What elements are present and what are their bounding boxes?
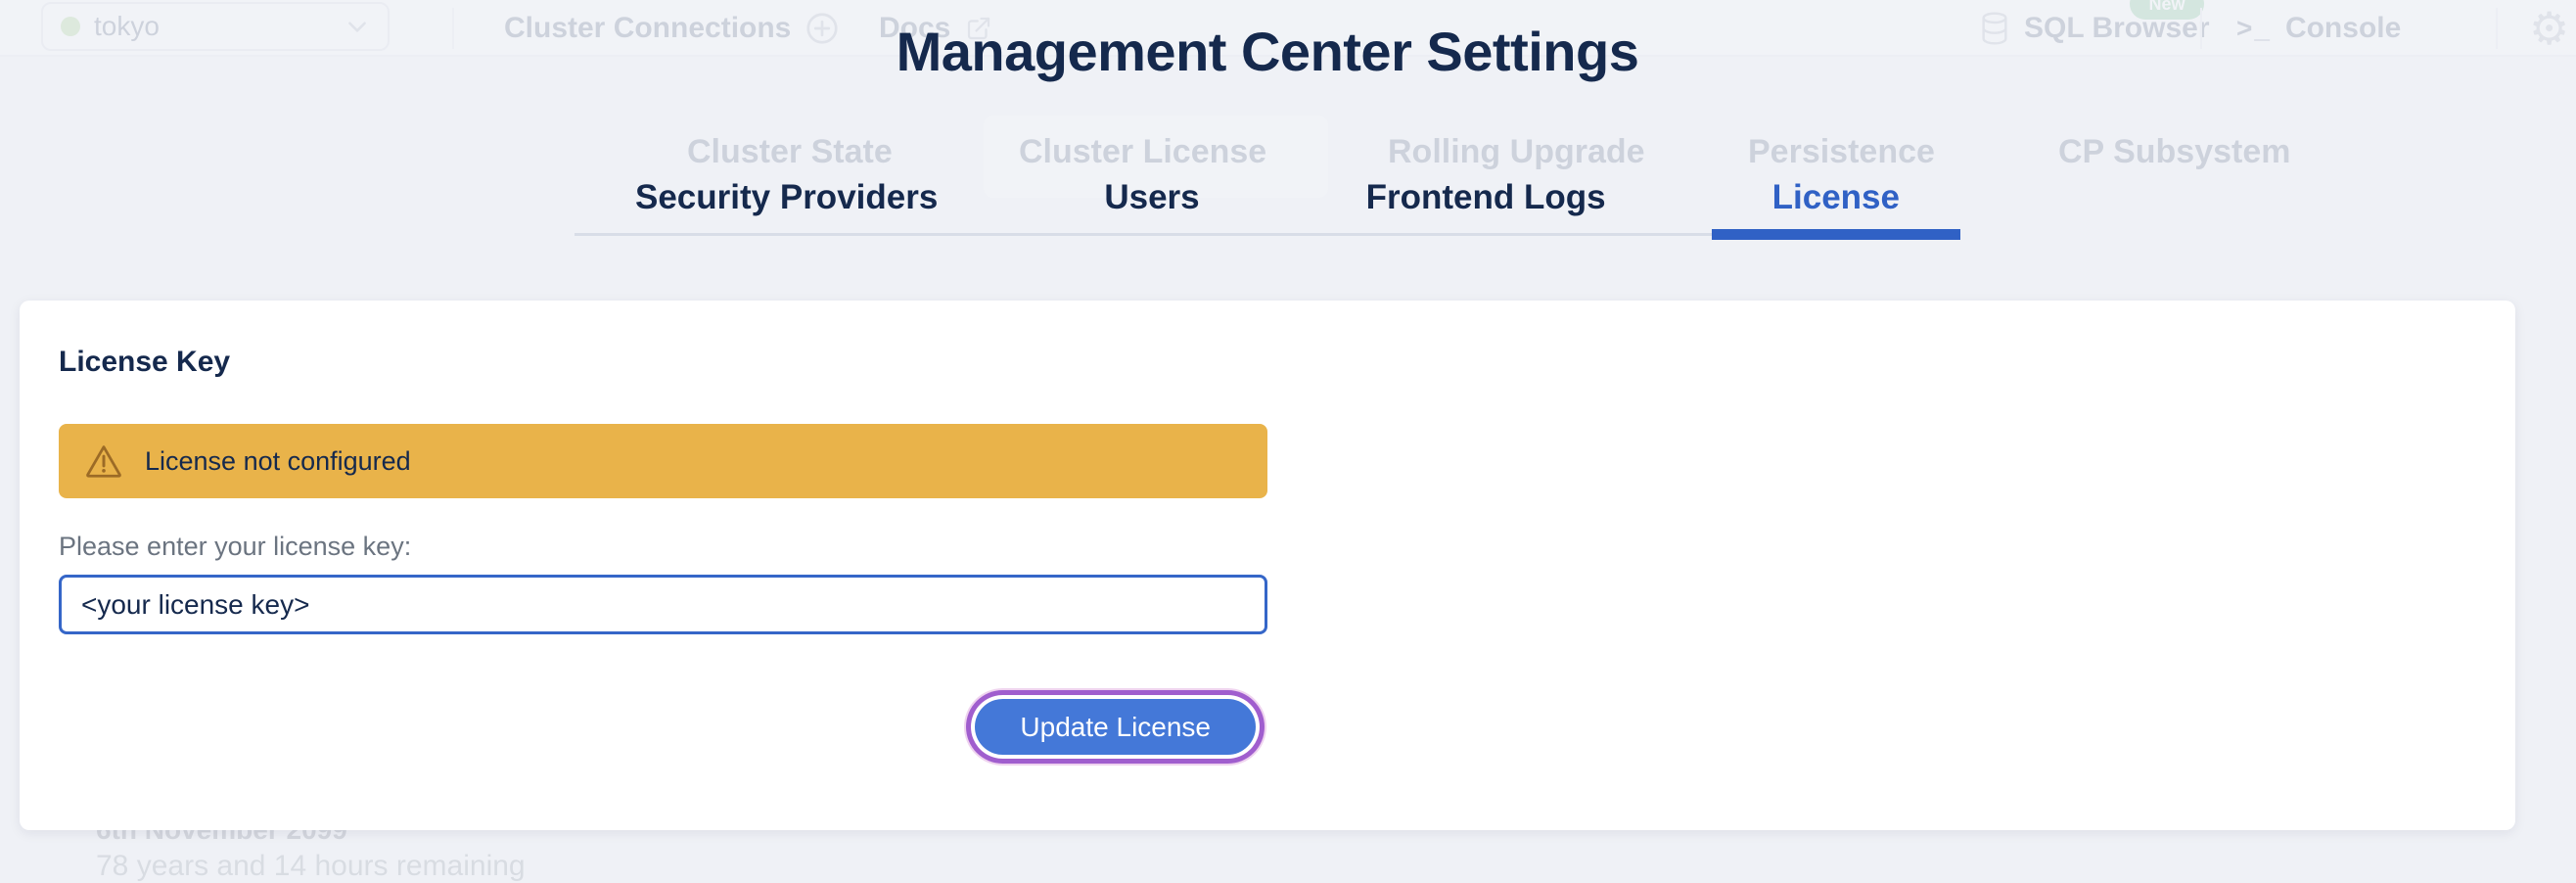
tab-frontend-logs[interactable]: Frontend Logs [1306, 178, 1667, 233]
button-row: Update License [59, 699, 1267, 755]
tab-security-providers[interactable]: Security Providers [575, 178, 998, 233]
license-key-card: License Key License not configured Pleas… [20, 301, 2515, 830]
update-license-button[interactable]: Update License [975, 699, 1256, 755]
card-heading: License Key [59, 346, 2476, 379]
settings-tab-bar: Security Providers Users Frontend Logs L… [575, 178, 1960, 236]
license-key-input[interactable] [59, 575, 1267, 634]
modal-title: Management Center Settings [0, 20, 2535, 83]
warning-triangle-icon [84, 443, 123, 479]
warning-banner: License not configured [59, 424, 1267, 498]
warning-banner-text: License not configured [145, 446, 411, 477]
tab-license[interactable]: License [1712, 178, 1960, 233]
management-center-settings-modal: Management Center Settings Security Prov… [0, 0, 2576, 881]
tab-users[interactable]: Users [1043, 178, 1260, 233]
license-input-label: Please enter your license key: [59, 532, 2476, 562]
